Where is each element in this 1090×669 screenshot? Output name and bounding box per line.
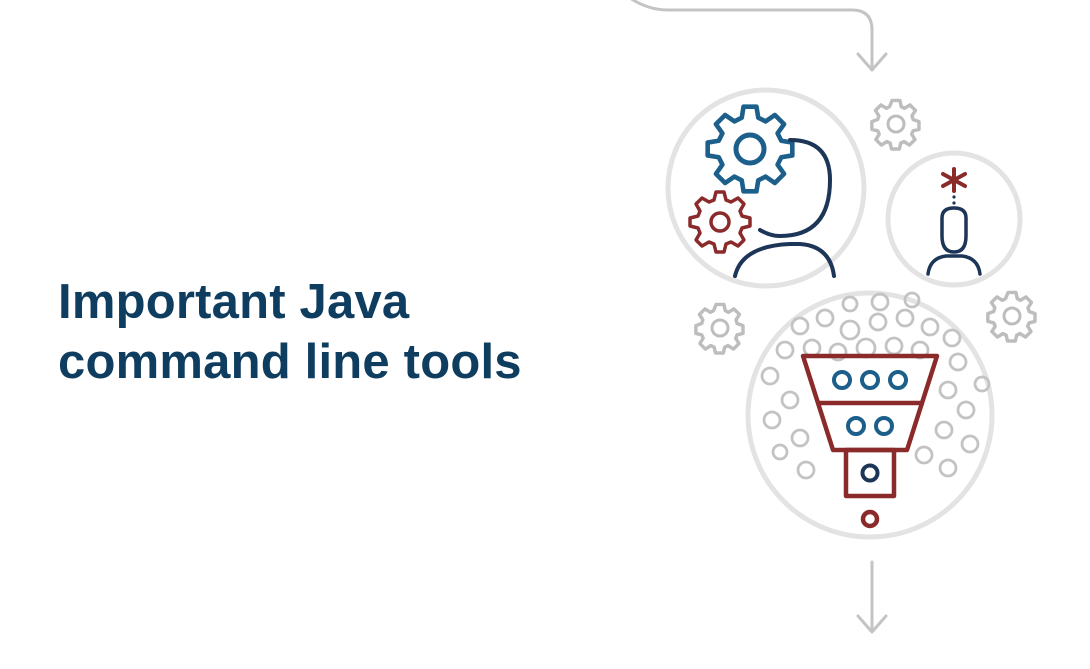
person-idea-icon bbox=[885, 150, 1023, 288]
slide: Important Java command line tools bbox=[0, 0, 1090, 669]
filter-funnel-icon bbox=[745, 290, 995, 540]
outgoing-flow-arrow-icon bbox=[856, 560, 888, 634]
person-gears-icon bbox=[665, 87, 867, 289]
incoming-flow-arrow-icon bbox=[630, 0, 888, 72]
process-illustration bbox=[630, 0, 1037, 634]
